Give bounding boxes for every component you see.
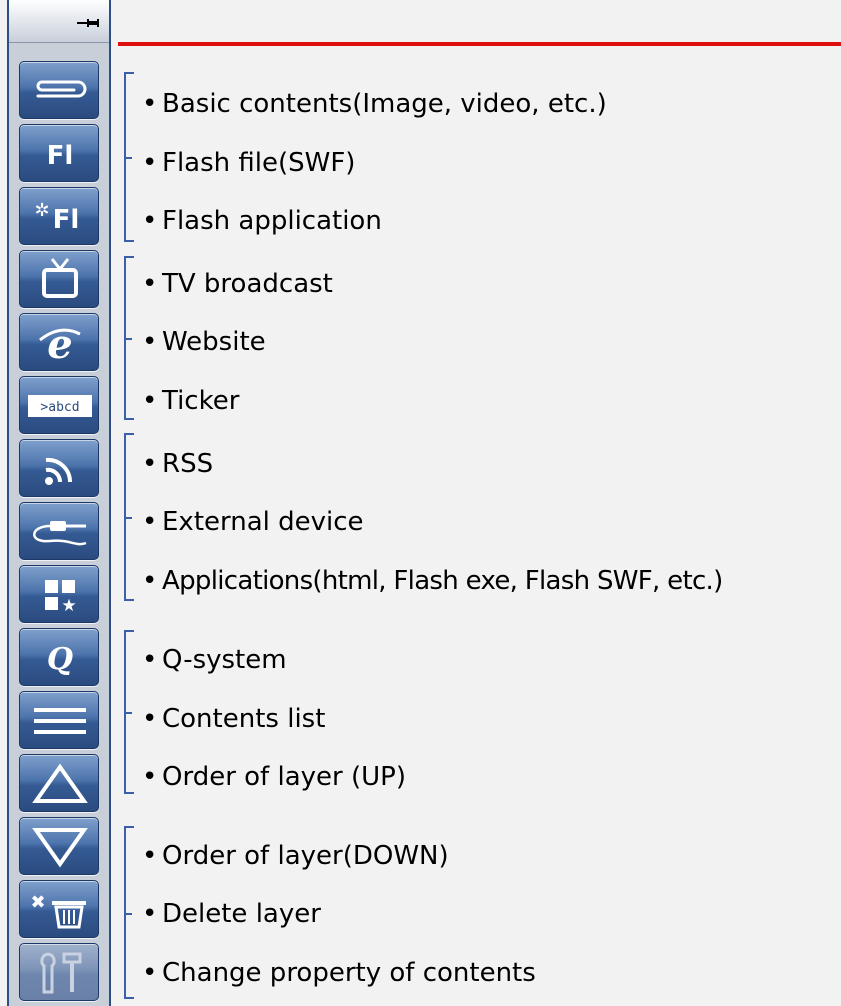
ticker-icon: >abcd — [28, 395, 92, 417]
svg-text:✖: ✖ — [30, 892, 45, 913]
desc-contents-list: • Contents list — [142, 704, 326, 734]
external-device-button[interactable] — [19, 502, 99, 560]
desc-layer-up: • Order of layer (UP) — [142, 762, 406, 792]
desc-basic-contents: • Basic contents(Image, video, etc.) — [142, 89, 607, 119]
flash-file-button[interactable]: Fl — [19, 124, 99, 182]
layer-up-button[interactable] — [19, 754, 99, 812]
desc-website: • Website — [142, 327, 266, 357]
flash-application-button[interactable]: ✲ Fl — [19, 187, 99, 245]
cable-icon — [33, 521, 87, 546]
svg-text:Q: Q — [47, 642, 73, 677]
svg-text:✲: ✲ — [34, 200, 49, 221]
triangle-down-icon — [32, 828, 88, 868]
bracket-group-5 — [124, 826, 134, 999]
change-property-button[interactable] — [19, 943, 99, 1001]
ticker-button[interactable]: >abcd — [19, 376, 99, 434]
desc-external-device: • External device — [142, 507, 364, 537]
rss-icon — [45, 457, 73, 485]
top-red-line — [118, 42, 841, 46]
bracket-tick — [124, 912, 132, 915]
content-toolbar: Fl ✲ Fl e >abcd ★ Q ✖ — [7, 0, 111, 1006]
contents-list-button[interactable] — [19, 691, 99, 749]
desc-tv-broadcast: • TV broadcast — [142, 269, 333, 299]
website-button[interactable]: e — [19, 313, 99, 371]
toolbar-header — [9, 0, 109, 43]
triangle-up-icon — [32, 763, 88, 803]
pin-icon[interactable] — [77, 14, 99, 33]
basic-contents-button[interactable] — [19, 61, 99, 119]
apps-grid-icon: ★ — [45, 580, 77, 616]
svg-text:Fl: Fl — [53, 205, 80, 235]
desc-change-property: • Change property of contents — [142, 958, 536, 988]
desc-ticker: • Ticker — [142, 386, 240, 416]
trash-icon: ✖ — [30, 892, 86, 929]
bracket-tick — [124, 338, 132, 340]
desc-flash-application: • Flash application — [142, 206, 382, 236]
q-system-icon: Q — [47, 642, 73, 677]
desc-layer-down: • Order of layer(DOWN) — [142, 841, 449, 871]
svg-text:★: ★ — [61, 596, 76, 616]
tv-icon — [42, 258, 78, 298]
desc-flash-file: • Flash file(SWF) — [142, 148, 356, 178]
rss-button[interactable] — [19, 439, 99, 497]
desc-delete-layer: • Delete layer — [142, 899, 321, 929]
bracket-tick — [124, 517, 132, 519]
paperclip-icon — [36, 80, 87, 98]
tv-broadcast-button[interactable] — [19, 250, 99, 308]
desc-rss: • RSS — [142, 449, 214, 479]
desc-applications: • Applications(html, Flash exe, Flash SWF… — [142, 566, 723, 596]
q-system-button[interactable]: Q — [19, 628, 99, 686]
bracket-group-3 — [124, 433, 134, 601]
svg-text:>abcd: >abcd — [40, 400, 79, 415]
flash-icon: Fl — [47, 141, 74, 171]
internet-explorer-icon: e — [39, 321, 81, 368]
layer-down-button[interactable] — [19, 817, 99, 875]
svg-text:e: e — [47, 321, 72, 368]
delete-layer-button[interactable]: ✖ — [19, 880, 99, 938]
bracket-group-1 — [124, 72, 134, 242]
flash-app-icon: ✲ Fl — [34, 200, 80, 235]
applications-button[interactable]: ★ — [19, 565, 99, 623]
bracket-group-4 — [124, 630, 134, 794]
bracket-tick — [124, 157, 132, 159]
bracket-tick — [124, 712, 132, 714]
list-icon — [34, 708, 86, 734]
desc-q-system: • Q-system — [142, 645, 287, 675]
bracket-group-2 — [124, 256, 134, 420]
svg-text:Fl: Fl — [47, 141, 74, 171]
tools-icon — [40, 952, 82, 994]
